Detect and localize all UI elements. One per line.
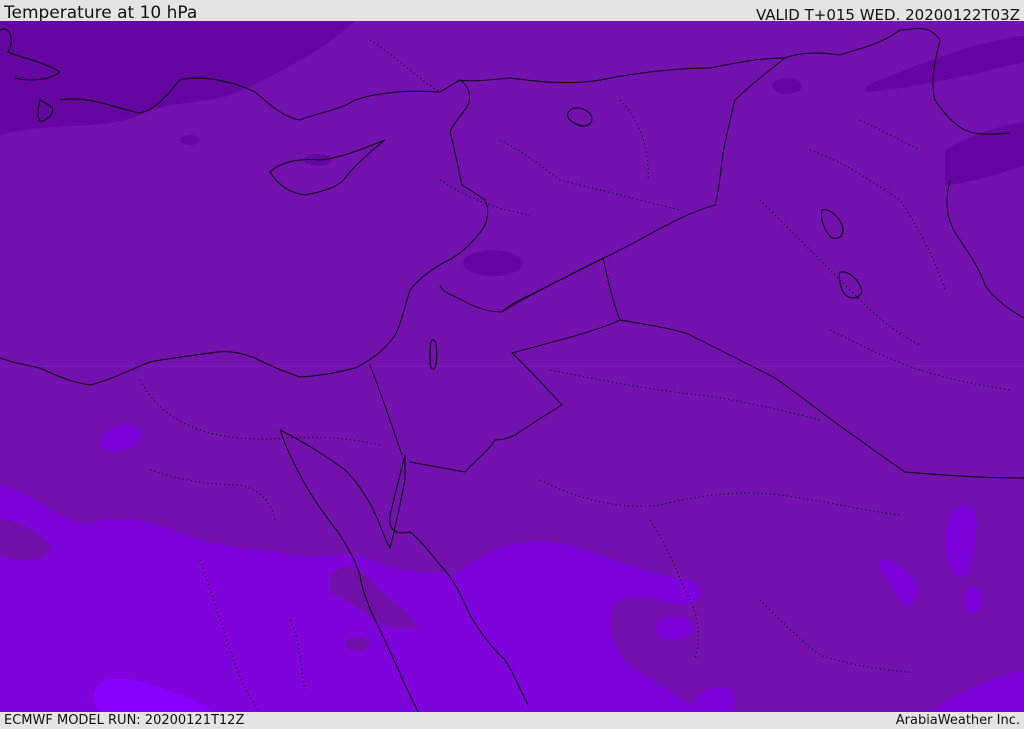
credit: ArabiaWeather Inc. [895, 713, 1020, 728]
cold-patch-syria [463, 250, 523, 276]
mid-patch-egypt-2 [345, 637, 369, 651]
temperature-map [0, 21, 1024, 712]
header-bar: Temperature at 10 hPa VALID T+015 WED. 2… [0, 0, 1024, 24]
map-title: Temperature at 10 hPa [4, 3, 198, 23]
cold-patch-iraq [772, 78, 802, 94]
warm-patch-gulf [964, 586, 982, 614]
cold-patch-med [180, 135, 200, 145]
footer-bar: ECMWF MODEL RUN: 20200121T12Z ArabiaWeat… [0, 712, 1024, 729]
model-run: ECMWF MODEL RUN: 20200121T12Z [4, 713, 245, 728]
map-svg [0, 21, 1024, 712]
